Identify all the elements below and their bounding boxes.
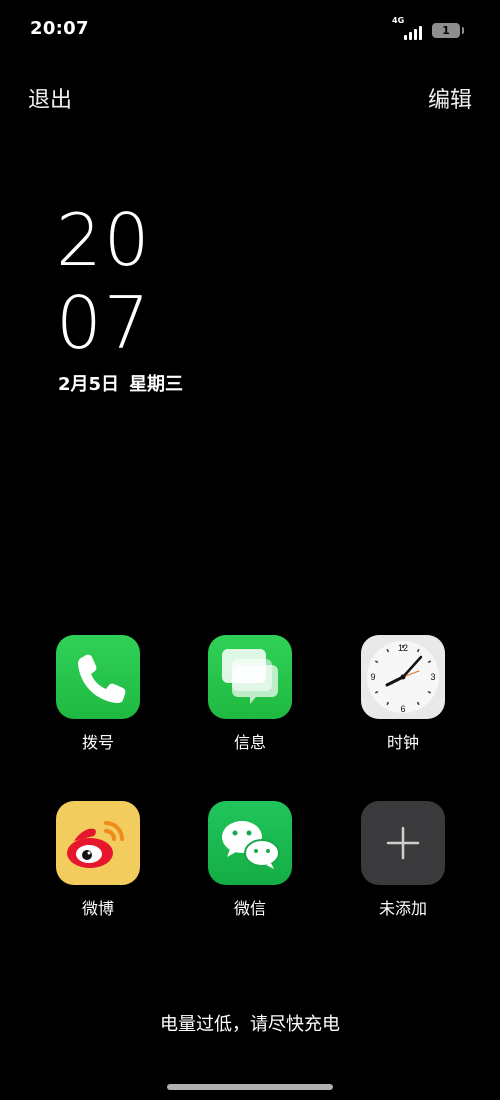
- lock-screen: 20:07 4G 1 退出 编辑 20 07 2月5日 星期三 拨号 信息 12…: [0, 0, 500, 1100]
- svg-text:3: 3: [430, 672, 435, 682]
- clock-icon: 12 3 6 9: [361, 635, 445, 719]
- add-icon: [361, 801, 445, 885]
- network-type: 4G: [392, 16, 405, 25]
- clock-minute: 07: [56, 281, 152, 365]
- messages-icon: [208, 635, 292, 719]
- svg-text:9: 9: [370, 672, 375, 682]
- app-weibo[interactable]: 微博: [56, 801, 140, 919]
- app-add-slot[interactable]: 未添加: [361, 801, 445, 919]
- app-label: 信息: [233, 733, 266, 752]
- date-row: 2月5日 星期三: [58, 370, 183, 396]
- app-label: 时钟: [386, 733, 419, 752]
- home-indicator[interactable]: [167, 1084, 333, 1090]
- app-phone[interactable]: 拨号: [56, 635, 140, 753]
- cellular-signal-icon: 4G: [392, 16, 422, 40]
- app-wechat[interactable]: 微信: [208, 801, 292, 919]
- wechat-icon: [208, 801, 292, 885]
- svg-text:6: 6: [400, 704, 405, 714]
- edit-button[interactable]: 编辑: [428, 82, 472, 114]
- clock-hour: 20: [56, 198, 152, 282]
- weibo-icon: [56, 801, 140, 885]
- app-label: 拨号: [81, 733, 114, 752]
- svg-text:12: 12: [398, 643, 408, 653]
- status-indicators: 4G 1: [392, 16, 464, 40]
- app-label: 微博: [81, 899, 114, 918]
- low-battery-notice: 电量过低，请尽快充电: [160, 1014, 340, 1035]
- battery-icon: 1: [432, 22, 464, 38]
- app-label: 未添加: [378, 899, 427, 918]
- app-label: 微信: [233, 899, 266, 918]
- phone-icon: [56, 635, 140, 719]
- exit-button[interactable]: 退出: [28, 82, 72, 114]
- date-text: 2月5日: [58, 374, 120, 395]
- app-messages[interactable]: 信息: [208, 635, 292, 753]
- status-time: 20:07: [30, 18, 89, 39]
- weekday-text: 星期三: [129, 374, 184, 395]
- battery-level: 1: [442, 23, 450, 37]
- app-clock[interactable]: 12 3 6 9 时钟: [361, 635, 445, 753]
